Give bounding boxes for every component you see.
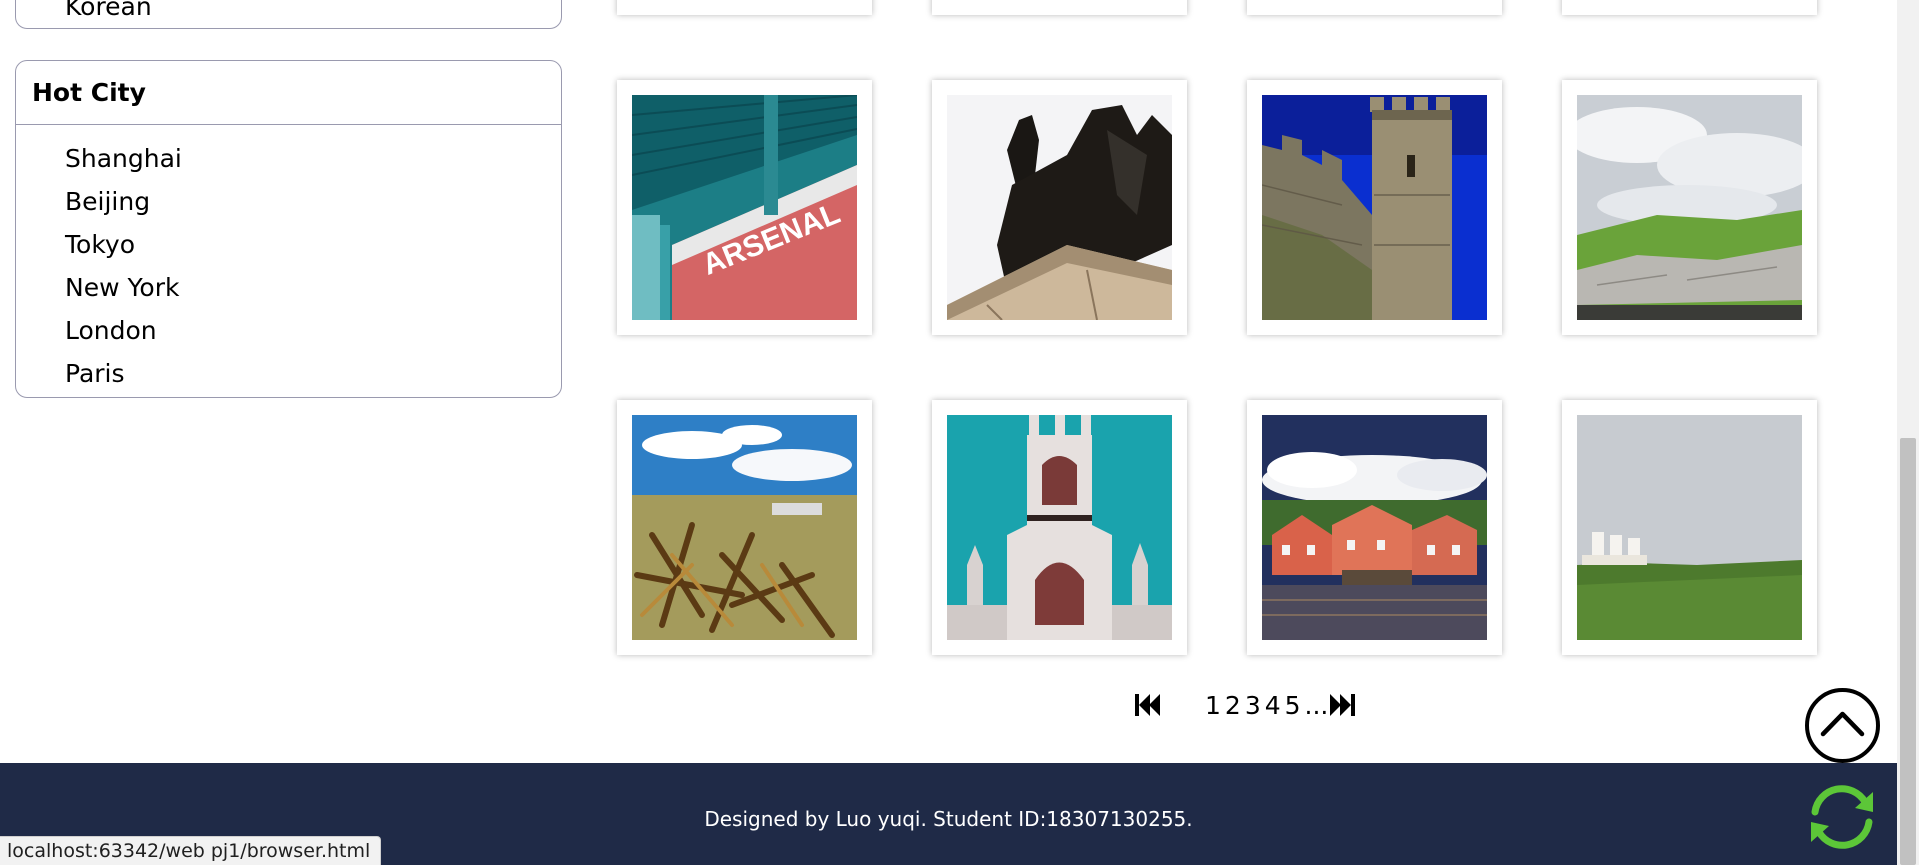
page-link-5[interactable]: 5 (1285, 691, 1301, 720)
photo-card-arsenal[interactable]: ARSENAL (617, 80, 872, 335)
chevron-up-icon (1820, 711, 1865, 737)
photo-card-green-hill[interactable] (1562, 400, 1817, 655)
city-item-tokyo[interactable]: Tokyo (65, 223, 561, 266)
language-panel: Korean (15, 0, 562, 29)
photo-card-stub[interactable] (1247, 0, 1502, 15)
footer-credit: Designed by Luo yuqi. Student ID:1830713… (704, 807, 1193, 831)
photo-card-stub[interactable] (617, 0, 872, 15)
page-link-3[interactable]: 3 (1245, 691, 1261, 720)
photo-harbor-town (1262, 415, 1487, 640)
city-item-london[interactable]: London (65, 309, 561, 352)
hot-city-title: Hot City (16, 61, 561, 125)
hot-city-list: Shanghai Beijing Tokyo New York London P… (16, 125, 561, 395)
back-to-top-button[interactable] (1805, 688, 1880, 763)
photo-card-harbor-town[interactable] (1247, 400, 1502, 655)
refresh-button[interactable] (1801, 776, 1883, 858)
photo-card-rocky-coast[interactable] (1562, 80, 1817, 335)
page-link-4[interactable]: 4 (1265, 691, 1281, 720)
photo-green-hill (1577, 415, 1802, 640)
scrollbar-thumb[interactable] (1900, 438, 1916, 865)
photo-card-field-debris[interactable] (617, 400, 872, 655)
pagination: 1 2 3 4 5 ... (1135, 688, 1358, 722)
photo-field-debris (632, 415, 857, 640)
first-page-icon[interactable] (1135, 692, 1163, 718)
city-item-paris[interactable]: Paris (65, 352, 561, 395)
page-ellipsis: ... (1304, 690, 1329, 720)
sidebar-item-korean[interactable]: Korean (65, 0, 152, 21)
photo-arsenal: ARSENAL (632, 95, 857, 320)
photo-card-church[interactable] (932, 400, 1187, 655)
page-link-2[interactable]: 2 (1225, 691, 1241, 720)
refresh-icon (1811, 785, 1873, 849)
photo-card-horse-statue[interactable] (932, 80, 1187, 335)
photo-card-castle[interactable] (1247, 80, 1502, 335)
hot-city-panel: Hot City Shanghai Beijing Tokyo New York… (15, 60, 562, 398)
last-page-icon[interactable] (1330, 692, 1358, 718)
page-scrollbar[interactable] (1897, 0, 1919, 865)
photo-horse-statue (947, 95, 1172, 320)
photo-card-stub[interactable] (1562, 0, 1817, 15)
city-item-beijing[interactable]: Beijing (65, 180, 561, 223)
photo-rocky-coast (1577, 95, 1802, 320)
city-item-new-york[interactable]: New York (65, 266, 561, 309)
photo-grid: ARSENAL (617, 0, 1817, 660)
photo-card-stub[interactable] (932, 0, 1187, 15)
page-link-1[interactable]: 1 (1205, 691, 1221, 720)
page-numbers: 1 2 3 4 5 ... (1203, 691, 1330, 720)
city-item-shanghai[interactable]: Shanghai (65, 137, 561, 180)
status-bar-url: localhost:63342/web pj1/browser.html (0, 836, 382, 865)
photo-castle (1262, 95, 1487, 320)
photo-church (947, 415, 1172, 640)
